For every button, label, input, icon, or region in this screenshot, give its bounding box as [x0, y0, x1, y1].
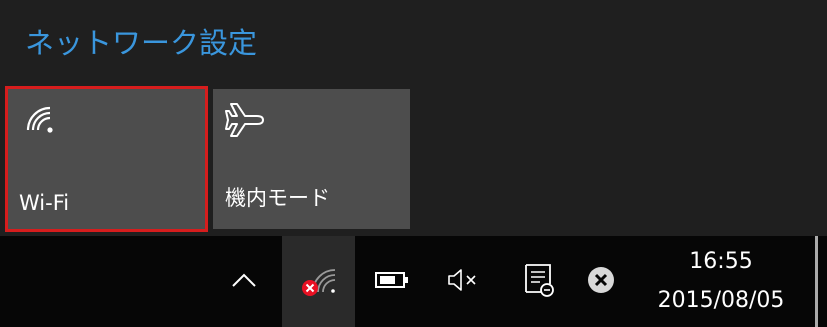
network-button[interactable] — [282, 236, 355, 327]
wifi-tile-label: Wi-Fi — [19, 191, 70, 215]
close-circle-icon — [586, 265, 616, 299]
network-flyout: ネットワーク設定 Wi-Fi 機内モード — [0, 0, 827, 236]
network-settings-link[interactable]: ネットワーク設定 — [25, 20, 257, 62]
action-center-button[interactable] — [514, 236, 564, 327]
taskbar-clock[interactable]: 16:55 2015/08/05 — [636, 236, 806, 327]
show-hidden-icons-button[interactable] — [222, 236, 266, 327]
battery-button[interactable] — [368, 236, 416, 327]
airplane-icon — [225, 101, 265, 143]
battery-icon — [374, 270, 410, 294]
network-disconnected-icon — [299, 262, 339, 302]
notification-center-icon — [521, 262, 557, 302]
airplane-mode-tile-label: 機内モード — [225, 186, 330, 210]
error-status-button[interactable] — [580, 236, 622, 327]
airplane-mode-tile[interactable]: 機内モード — [213, 89, 410, 229]
clock-time: 16:55 — [689, 249, 753, 274]
chevron-up-icon — [232, 272, 256, 291]
wifi-tile[interactable]: Wi-Fi — [5, 86, 208, 232]
volume-muted-icon — [447, 268, 481, 296]
clock-date: 2015/08/05 — [657, 288, 785, 313]
volume-button[interactable] — [440, 236, 488, 327]
wifi-icon — [23, 103, 57, 141]
taskbar: 16:55 2015/08/05 — [0, 236, 827, 327]
show-desktop-edge[interactable] — [815, 236, 818, 327]
